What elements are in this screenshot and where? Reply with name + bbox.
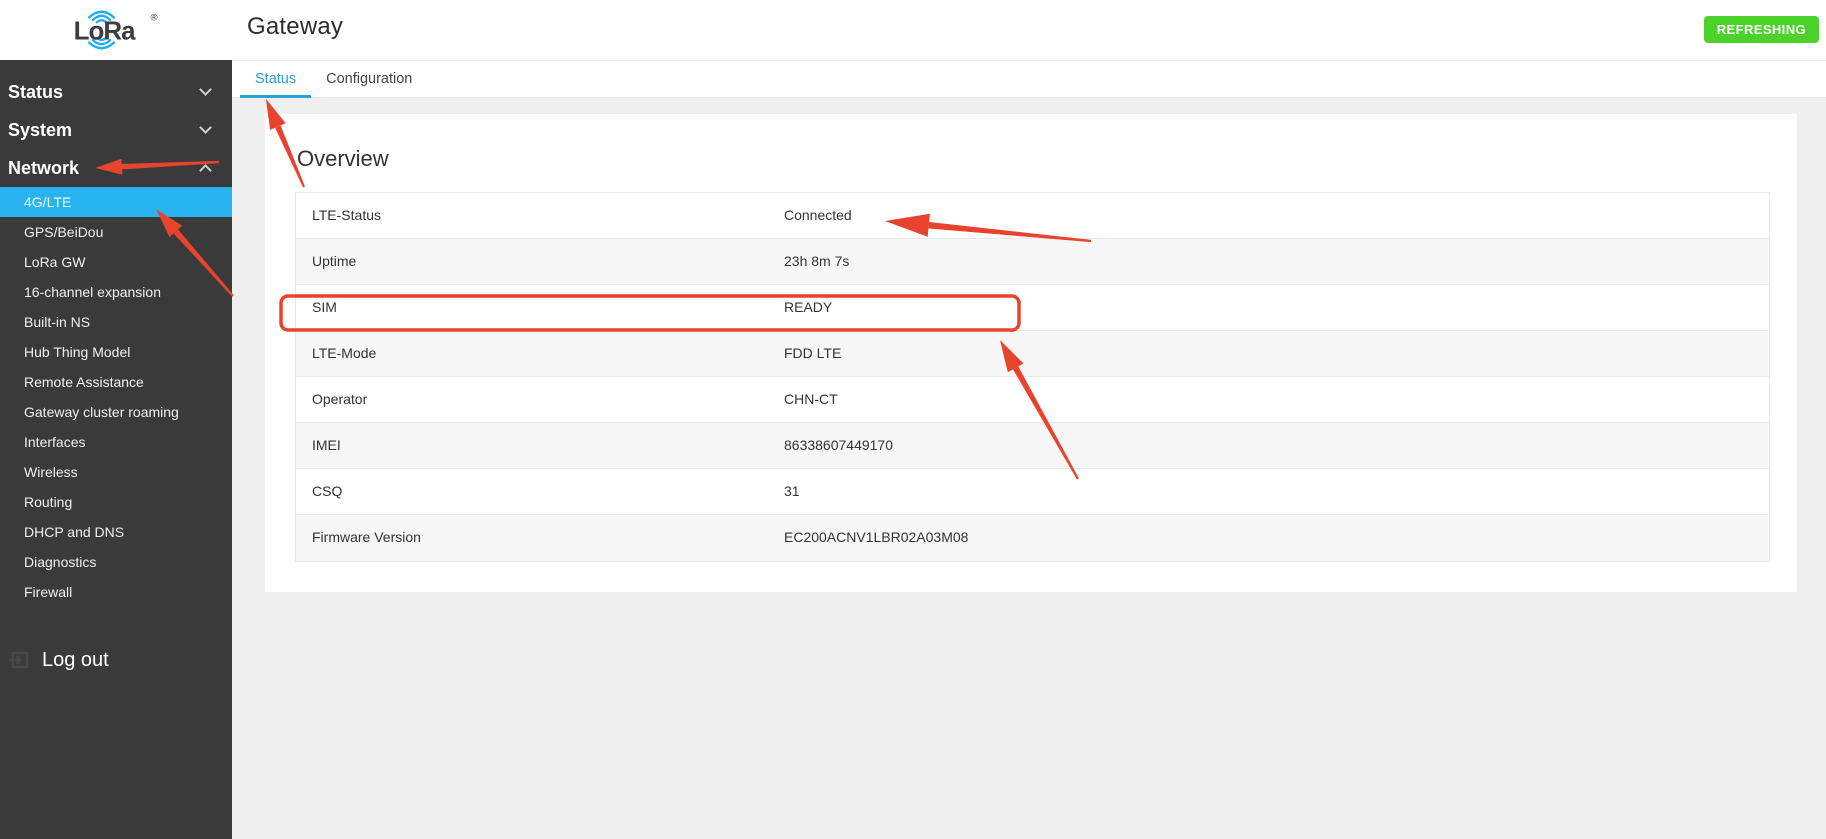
sidebar-item-interfaces[interactable]: Interfaces	[0, 427, 232, 457]
sidebar-item-dhcp-and-dns[interactable]: DHCP and DNS	[0, 517, 232, 547]
chevron-down-icon	[199, 121, 212, 134]
sidebar-item-wireless[interactable]: Wireless	[0, 457, 232, 487]
app-header: LoRa ® Gateway REFRESHING	[0, 0, 1826, 60]
sidebar-section-label: Status	[8, 82, 63, 102]
table-row-csq: CSQ31	[296, 469, 1769, 515]
sidebar-section-network[interactable]: Network	[0, 149, 232, 187]
row-value: 31	[784, 469, 1769, 514]
sidebar-item-diagnostics[interactable]: Diagnostics	[0, 547, 232, 577]
sidebar-item-lora-gw[interactable]: LoRa GW	[0, 247, 232, 277]
table-row-lte-status: LTE-StatusConnected	[296, 193, 1769, 239]
table-row-operator: OperatorCHN-CT	[296, 377, 1769, 423]
row-value: Connected	[784, 193, 1769, 238]
sidebar: Status System Network 4G/LTEGPS/BeiDouLoRa…	[0, 60, 232, 839]
chevron-down-icon	[199, 83, 212, 96]
chevron-up-icon	[199, 164, 212, 177]
row-label: Operator	[296, 377, 784, 422]
sidebar-item-gps-beidou[interactable]: GPS/BeiDou	[0, 217, 232, 247]
sidebar-item-routing[interactable]: Routing	[0, 487, 232, 517]
row-value: 23h 8m 7s	[784, 239, 1769, 284]
sidebar-item-remote-assistance[interactable]: Remote Assistance	[0, 367, 232, 397]
status-table: LTE-StatusConnectedUptime23h 8m 7sSIMREA…	[295, 192, 1770, 562]
table-row-firmware-version: Firmware VersionEC200ACNV1LBR02A03M08	[296, 515, 1769, 561]
sidebar-item-hub-thing-model[interactable]: Hub Thing Model	[0, 337, 232, 367]
row-value: CHN-CT	[784, 377, 1769, 422]
row-value: READY	[784, 285, 1769, 330]
row-label: Firmware Version	[296, 515, 784, 561]
table-row-lte-mode: LTE-ModeFDD LTE	[296, 331, 1769, 377]
sidebar-section-label: Network	[8, 158, 79, 178]
row-value: FDD LTE	[784, 331, 1769, 376]
refreshing-button[interactable]: REFRESHING	[1704, 16, 1819, 43]
sidebar-section-system[interactable]: System	[0, 111, 232, 149]
sidebar-item-16-channel-expansion[interactable]: 16-channel expansion	[0, 277, 232, 307]
row-label: SIM	[296, 285, 784, 330]
logo-text: LoRa	[74, 18, 136, 46]
table-row-uptime: Uptime23h 8m 7s	[296, 239, 1769, 285]
tab-bar: StatusConfiguration	[232, 60, 1826, 98]
section-title: Overview	[297, 146, 389, 172]
tab-configuration[interactable]: Configuration	[311, 61, 427, 98]
row-label: CSQ	[296, 469, 784, 514]
logout-label: Log out	[42, 649, 109, 672]
sidebar-sections: Status System Network	[0, 60, 232, 187]
sidebar-section-label: System	[8, 120, 72, 140]
logout-button[interactable]: Log out	[8, 646, 109, 674]
row-value: EC200ACNV1LBR02A03M08	[784, 515, 1769, 561]
overview-card: Overview LTE-StatusConnectedUptime23h 8m…	[265, 114, 1797, 592]
sidebar-section-status[interactable]: Status	[0, 73, 232, 111]
table-row-sim: SIMREADY	[296, 285, 1769, 331]
row-label: Uptime	[296, 239, 784, 284]
page-title: Gateway	[247, 13, 343, 41]
sidebar-item-firewall[interactable]: Firewall	[0, 577, 232, 607]
sidebar-item-4g-lte[interactable]: 4G/LTE	[0, 187, 232, 217]
lora-logo: LoRa ®	[66, 5, 162, 55]
logout-icon	[8, 649, 30, 671]
sidebar-network-items: 4G/LTEGPS/BeiDouLoRa GW16-channel expans…	[0, 187, 232, 607]
row-value: 86338607449170	[784, 423, 1769, 468]
sidebar-item-gateway-cluster-roaming[interactable]: Gateway cluster roaming	[0, 397, 232, 427]
tab-status[interactable]: Status	[240, 61, 311, 98]
row-label: IMEI	[296, 423, 784, 468]
table-row-imei: IMEI86338607449170	[296, 423, 1769, 469]
row-label: LTE-Mode	[296, 331, 784, 376]
registered-mark: ®	[150, 12, 157, 23]
sidebar-item-built-in-ns[interactable]: Built-in NS	[0, 307, 232, 337]
row-label: LTE-Status	[296, 193, 784, 238]
